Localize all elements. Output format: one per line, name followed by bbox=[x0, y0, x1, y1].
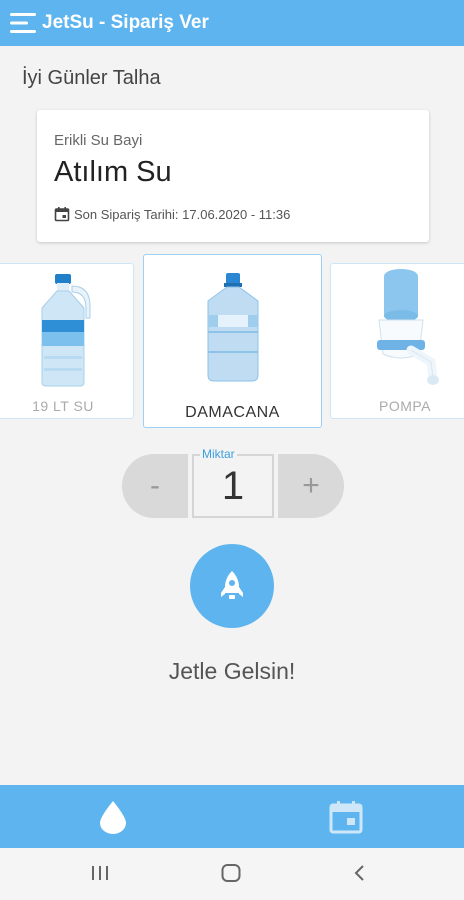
system-nav-bar bbox=[0, 848, 464, 900]
last-order-info: Son Sipariş Tarihi: 17.06.2020 - 11:36 bbox=[54, 206, 290, 222]
product-card-pompa[interactable]: POMPA bbox=[330, 263, 464, 419]
product-card-damacana[interactable]: DAMACANA bbox=[143, 254, 322, 428]
increase-button[interactable]: + bbox=[278, 454, 344, 518]
water-jug-image bbox=[144, 271, 321, 383]
back-icon[interactable] bbox=[352, 862, 368, 889]
recent-apps-icon[interactable] bbox=[90, 862, 110, 889]
product-label: POMPA bbox=[378, 398, 432, 414]
last-order-date: Son Sipariş Tarihi: 17.06.2020 - 11:36 bbox=[74, 206, 291, 222]
menu-icon[interactable] bbox=[0, 0, 46, 46]
product-label: 19 LT SU bbox=[32, 398, 94, 414]
order-label: Jetle Gelsin! bbox=[168, 658, 296, 684]
calendar-icon bbox=[54, 207, 70, 222]
page-title: JetSu - Sipariş Ver bbox=[42, 12, 209, 33]
quantity-stepper: - 1 Miktar + bbox=[122, 447, 344, 518]
water-pump-image bbox=[331, 266, 464, 388]
dealer-subtitle: Erikli Su Bayi bbox=[54, 132, 143, 149]
product-label: DAMACANA bbox=[185, 404, 280, 421]
decrease-button[interactable]: - bbox=[122, 454, 188, 518]
quantity-field[interactable]: 1 bbox=[192, 454, 274, 518]
home-icon[interactable] bbox=[220, 862, 242, 889]
bottom-nav bbox=[0, 785, 464, 848]
greeting-text: İyi Günler Talha bbox=[22, 67, 161, 89]
water-drop-icon[interactable] bbox=[96, 799, 130, 840]
dealer-card: Erikli Su Bayi Atılım Su Son Sipariş Tar… bbox=[37, 110, 429, 242]
app-bar: JetSu - Sipariş Ver bbox=[0, 0, 464, 46]
calendar-icon[interactable] bbox=[328, 799, 364, 840]
rocket-icon bbox=[221, 571, 243, 599]
water-bottle-image bbox=[0, 272, 133, 390]
dealer-name: Atılım Su bbox=[54, 156, 172, 188]
quantity-label: Miktar bbox=[200, 447, 237, 461]
order-button[interactable] bbox=[190, 544, 274, 628]
product-card-19lt[interactable]: 19 LT SU bbox=[0, 263, 134, 419]
